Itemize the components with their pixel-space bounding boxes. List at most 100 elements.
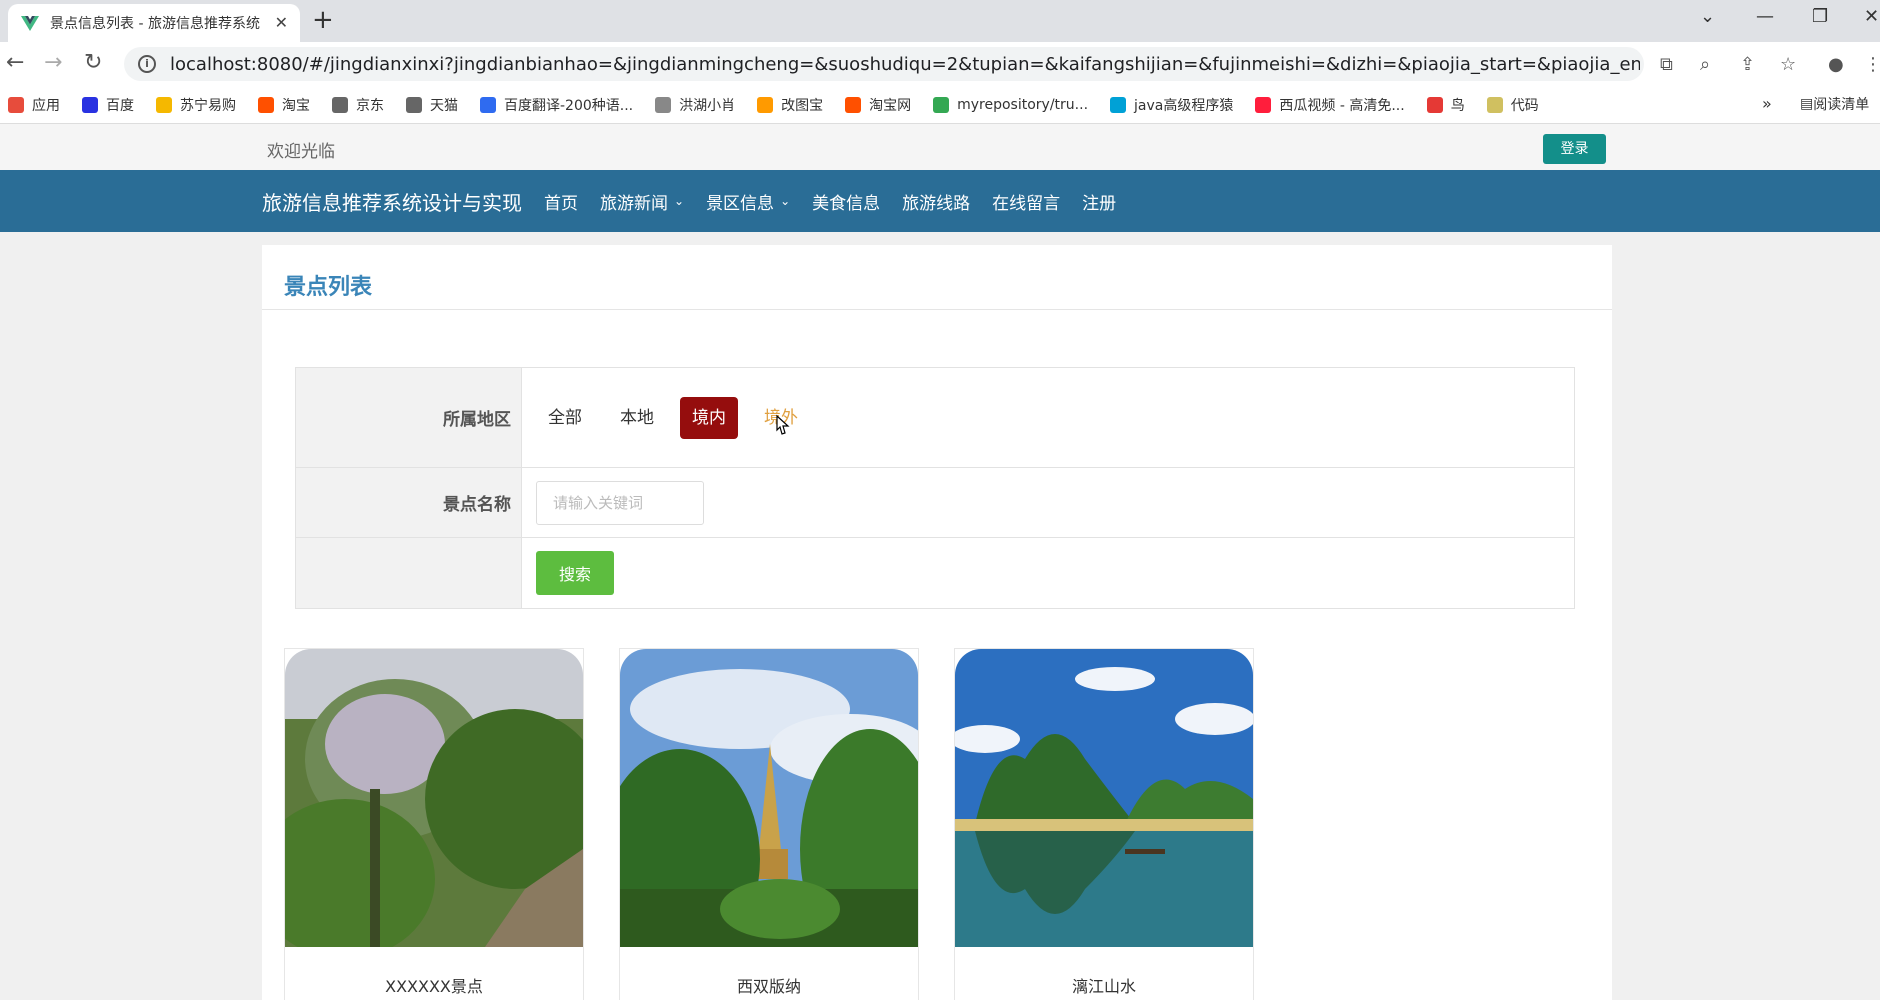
bookmark-label: 洪湖小肖 — [679, 97, 736, 114]
tab-search-icon[interactable]: ⌄ — [1700, 6, 1715, 27]
menu-icon[interactable]: ⋮ — [1864, 54, 1880, 75]
bookmark-label: 天猫 — [430, 97, 458, 114]
bookmarks-bar: 应用 百度 苏宁易购 淘宝 京东 天猫 百度翻译-200种语... 洪湖小肖 改图宝 淘宝网 myr… — [0, 86, 1880, 124]
url-text[interactable]: localhost:8080/#/jingdianxinxi?jingdianb… — [170, 54, 1640, 75]
restore-icon[interactable]: ❐ — [1812, 6, 1828, 27]
taobao-icon — [845, 96, 862, 113]
scenic-card[interactable]: XXXXXX景点 — [284, 648, 584, 1000]
bookmark-item[interactable]: 鸟 — [1426, 95, 1465, 115]
nav-item[interactable]: 美食信息 — [812, 189, 880, 214]
nav-item[interactable]: 旅游线路 — [902, 189, 970, 214]
close-window-icon[interactable]: ✕ — [1864, 6, 1879, 27]
profile-avatar-icon[interactable]: ● — [1828, 54, 1844, 75]
bookmark-item[interactable]: 淘宝 — [258, 95, 310, 115]
url-bar[interactable]: i localhost:8080/#/jingdianxinxi?jingdia… — [124, 47, 1644, 81]
main-navbar: 旅游信息推荐系统设计与实现 首页 旅游新闻 ⌄ 景区信息 ⌄ 美食信息 旅游线路 在线留言 注册 — [0, 170, 1880, 232]
browser-tab-bar: 景点信息列表 - 旅游信息推荐系统 ✕ + ⌄ — ❐ ✕ — [0, 0, 1880, 42]
translate-icon[interactable]: ⧉ — [1660, 54, 1673, 75]
login-button[interactable]: 登录 — [1543, 134, 1606, 164]
page-title: 景点列表 — [284, 275, 373, 300]
mouse-pointer-icon — [776, 414, 790, 435]
bookmark-item[interactable]: java高级程序猿 — [1110, 95, 1233, 115]
forward-icon[interactable]: → — [44, 50, 62, 75]
bookmark-label: 淘宝网 — [869, 97, 912, 114]
bookmark-item[interactable]: 改图宝 — [757, 95, 823, 115]
bookmark-item[interactable]: 应用 — [8, 95, 60, 115]
bookmark-item[interactable]: 天猫 — [406, 95, 458, 115]
xigua-icon — [1255, 96, 1272, 113]
reading-list-button[interactable]: ▤ 阅读清单 — [1800, 94, 1869, 114]
browser-tab[interactable]: 景点信息列表 - 旅游信息推荐系统 ✕ — [8, 4, 300, 42]
scenic-card-name[interactable]: 漓江山水 — [955, 973, 1253, 997]
minimize-icon[interactable]: — — [1756, 6, 1774, 27]
bookmark-item[interactable]: 苏宁易购 — [156, 95, 236, 115]
bookmark-item[interactable]: 代码 — [1486, 95, 1539, 115]
bookmark-item[interactable]: 百度 — [82, 95, 134, 115]
scenic-card-list: XXXXXX景点 西双版纳 漓江山水 — [284, 648, 1289, 1000]
bookmark-item[interactable]: 京东 — [332, 95, 384, 115]
site-brand[interactable]: 旅游信息推荐系统设计与实现 — [262, 187, 522, 216]
close-tab-icon[interactable]: ✕ — [275, 13, 288, 32]
scenic-card[interactable]: 西双版纳 — [619, 648, 919, 1000]
baidu-paw-icon — [82, 96, 98, 113]
nav-item-label: 首页 — [544, 193, 578, 214]
nav-item-label: 旅游线路 — [902, 193, 971, 214]
scenic-card-name[interactable]: XXXXXX景点 — [285, 973, 583, 997]
name-label: 景点名称 — [296, 468, 522, 537]
bookmark-star-icon[interactable]: ☆ — [1780, 54, 1796, 75]
bilibili-icon — [1110, 96, 1127, 113]
bird-icon — [1426, 96, 1443, 113]
bookmark-item[interactable]: 百度翻译-200种语... — [480, 95, 633, 115]
region-option[interactable]: 全部 — [536, 397, 594, 439]
chevron-down-icon: ⌄ — [780, 194, 791, 208]
nav-item[interactable]: 在线留言 — [992, 189, 1060, 214]
nav-item[interactable]: 旅游新闻 ⌄ — [600, 189, 684, 214]
bookmark-label: 百度翻译-200种语... — [504, 97, 634, 114]
tab-title: 景点信息列表 - 旅游信息推荐系统 — [50, 16, 260, 32]
share-icon[interactable]: ⇪ — [1740, 54, 1755, 75]
divider — [262, 309, 1612, 310]
nav-item-label: 注册 — [1082, 193, 1117, 214]
bookmark-item[interactable]: 洪湖小肖 — [655, 95, 735, 115]
nav-item[interactable]: 景区信息 ⌄ — [706, 189, 790, 214]
globe-icon — [406, 96, 422, 113]
region-label: 所属地区 — [296, 368, 522, 467]
reading-list-icon: ▤ — [1800, 96, 1814, 112]
reading-list-label: 阅读清单 — [1813, 97, 1870, 113]
nav-item[interactable]: 注册 — [1082, 189, 1116, 214]
reload-icon[interactable]: ↻ — [84, 50, 102, 75]
filter-row-region: 所属地区 全部 本地 境内 境外 — [296, 368, 1574, 468]
nav-item-label: 旅游新闻 — [600, 193, 668, 214]
bookmark-item[interactable]: myrepository/tru... — [933, 96, 1089, 113]
site-info-icon[interactable]: i — [138, 55, 156, 73]
scenic-photo-forest[interactable] — [285, 649, 583, 947]
bookmark-label: myrepository/tru... — [957, 96, 1089, 113]
region-options: 全部 本地 境内 境外 — [522, 368, 1574, 467]
bookmark-label: 改图宝 — [781, 97, 824, 114]
filter-row-search: 搜索 — [296, 538, 1574, 608]
new-tab-icon[interactable]: + — [312, 6, 334, 34]
region-option[interactable]: 本地 — [608, 397, 666, 439]
more-bookmarks-icon[interactable]: » — [1762, 94, 1772, 113]
bookmark-item[interactable]: 淘宝网 — [845, 95, 911, 115]
region-option[interactable]: 境内 — [680, 396, 738, 439]
apps-grid-icon — [8, 96, 24, 113]
zoom-icon[interactable]: ⌕ — [1700, 54, 1710, 75]
nav-item-label: 景区信息 — [706, 193, 775, 214]
content-panel: 景点列表 所属地区 全部本地境内境外 景点名称 搜索 — [262, 245, 1612, 1000]
bookmark-item[interactable]: 西瓜视频 - 高清免... — [1255, 95, 1405, 115]
chrome-icon — [933, 96, 950, 113]
back-icon[interactable]: ← — [6, 50, 24, 75]
search-button[interactable]: 搜索 — [536, 551, 614, 595]
top-welcome-strip: 欢迎光临 登录 — [0, 124, 1880, 170]
image-edit-icon — [757, 96, 774, 113]
scenic-card-name[interactable]: 西双版纳 — [620, 973, 918, 997]
bookmark-label: 淘宝 — [282, 97, 310, 114]
bookmark-label: 应用 — [32, 97, 60, 114]
scenic-card[interactable]: 漓江山水 — [954, 648, 1254, 1000]
nav-item[interactable]: 首页 — [544, 189, 578, 214]
scenic-photo-pagoda[interactable] — [620, 649, 918, 947]
keyword-input[interactable] — [536, 480, 704, 525]
scenic-photo-lijiang[interactable] — [955, 649, 1253, 947]
translate-icon — [480, 96, 496, 113]
